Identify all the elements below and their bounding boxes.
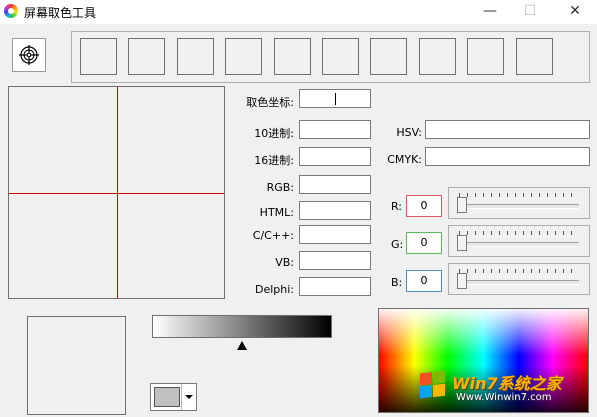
color-history-swatch[interactable] (515, 38, 553, 75)
green-label: G: (391, 238, 404, 251)
crosshair-target-icon (19, 45, 39, 65)
minimize-button[interactable]: — (470, 0, 510, 24)
vb-label: VB: (275, 256, 294, 269)
color-history-swatch[interactable] (225, 38, 263, 75)
magnifier-view (8, 86, 225, 299)
delphi-label: Delphi: (254, 283, 294, 296)
color-history-swatch[interactable] (370, 38, 408, 75)
color-preview (27, 316, 126, 415)
slider-ticks (459, 231, 579, 235)
crosshair-horizontal-line (9, 193, 224, 194)
hsv-field[interactable] (425, 120, 590, 139)
cmyk-field[interactable] (425, 147, 590, 166)
red-slider[interactable] (448, 187, 590, 219)
color-history-swatch[interactable] (418, 38, 456, 75)
slider-ticks (459, 193, 579, 197)
hsv-label: HSV: (396, 126, 422, 139)
grayscale-pointer-icon[interactable] (237, 341, 247, 350)
text-caret (335, 93, 336, 105)
color-history-swatch[interactable] (176, 38, 214, 75)
coord-field[interactable] (299, 89, 371, 108)
color-history-swatch[interactable] (128, 38, 166, 75)
color-wheel-icon (4, 4, 18, 18)
color-picker-button[interactable] (12, 38, 46, 72)
grayscale-slider[interactable] (152, 315, 332, 338)
green-slider-thumb[interactable] (457, 235, 467, 251)
slider-track (459, 242, 579, 247)
red-value-box[interactable]: 0 (406, 195, 442, 217)
dec-label: 10进制: (254, 127, 294, 140)
windows-logo-icon (420, 370, 446, 400)
green-value-box[interactable]: 0 (406, 232, 442, 254)
watermark-url: Www.Winwin7.com (456, 392, 552, 403)
hex-label: 16进制: (254, 154, 294, 167)
color-history-swatch[interactable] (273, 38, 311, 75)
color-history-swatch[interactable] (467, 38, 505, 75)
color-history-swatch[interactable] (322, 38, 359, 75)
coord-label: 取色坐标: (246, 96, 294, 109)
green-slider[interactable] (448, 225, 590, 257)
vb-field[interactable] (299, 251, 371, 270)
blue-value-box[interactable]: 0 (406, 270, 442, 292)
html-field[interactable] (299, 201, 371, 220)
maximize-button[interactable]: ☐ (510, 0, 550, 24)
slider-track (459, 280, 579, 285)
color-dropdown[interactable] (150, 383, 197, 411)
slider-ticks (459, 269, 579, 273)
rgb-label: RGB: (266, 181, 294, 194)
blue-slider-thumb[interactable] (457, 273, 467, 289)
red-label: R: (391, 200, 403, 213)
cmyk-label: CMYK: (387, 153, 422, 166)
slider-track (459, 204, 579, 209)
close-button[interactable]: ✕ (555, 0, 595, 24)
red-slider-thumb[interactable] (457, 197, 467, 213)
color-history-swatch[interactable] (80, 38, 117, 75)
blue-slider[interactable] (448, 263, 590, 295)
blue-label: B: (391, 276, 403, 289)
watermark: Win7系统之家 Www.Winwin7.com (420, 364, 580, 408)
html-label: HTML: (259, 206, 294, 219)
title-bar: 屏幕取色工具 — ☐ ✕ (0, 0, 597, 24)
delphi-field[interactable] (299, 277, 371, 296)
cpp-label: C/C++: (252, 229, 294, 242)
selected-color-swatch (154, 387, 180, 407)
dec-field[interactable] (299, 120, 371, 139)
rgb-field[interactable] (299, 175, 371, 194)
watermark-brand: Win7系统之家 (452, 374, 562, 393)
cpp-field[interactable] (299, 225, 371, 244)
window-title: 屏幕取色工具 (24, 6, 97, 20)
chevron-down-icon[interactable] (181, 384, 196, 410)
hex-field[interactable] (299, 147, 371, 166)
